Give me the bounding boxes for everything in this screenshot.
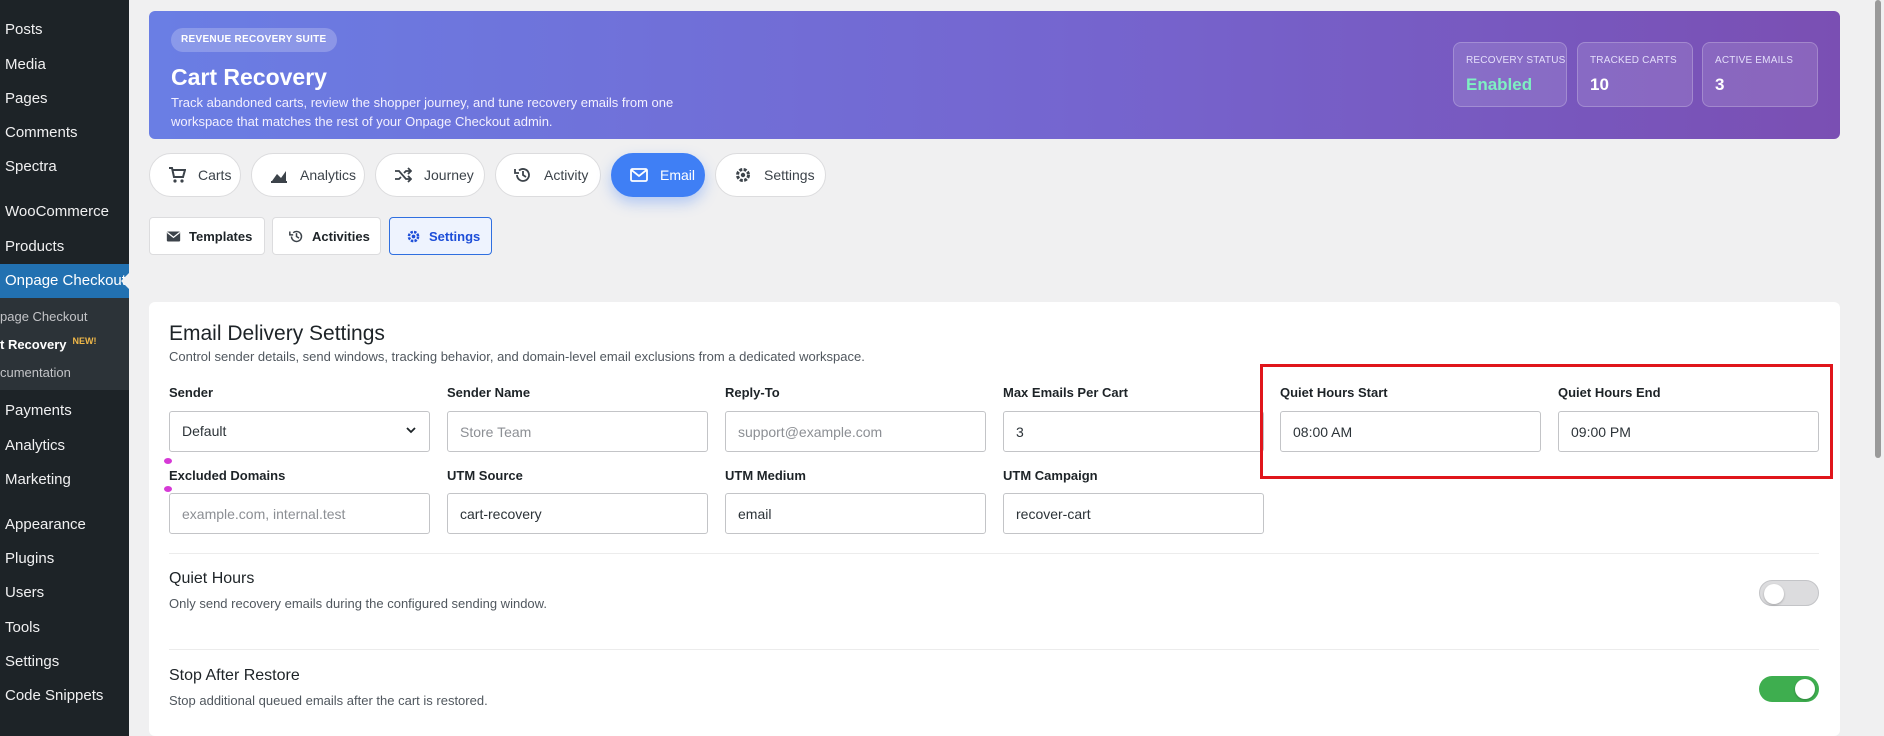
tab-carts[interactable]: Carts: [149, 153, 241, 197]
stat-label: ACTIVE EMAILS: [1715, 55, 1794, 66]
stat-tracked-carts: TRACKED CARTS 10: [1577, 42, 1693, 107]
sidebar-item-woocommerce[interactable]: WooCommerce: [0, 195, 129, 229]
tab-email[interactable]: Email: [611, 153, 705, 197]
utm-campaign-input[interactable]: [1003, 493, 1264, 534]
submenu-item-documentation[interactable]: cumentation: [0, 360, 71, 386]
subtab-label: Activities: [312, 228, 370, 244]
gear-icon: [734, 166, 752, 184]
cart-icon: [168, 166, 186, 184]
stat-label: TRACKED CARTS: [1590, 55, 1677, 66]
reply-to-label: Reply-To: [725, 385, 780, 400]
sidebar-item-onpage-checkout[interactable]: Onpage Checkout: [0, 264, 129, 298]
sidebar-item-payments[interactable]: Payments: [0, 394, 129, 428]
tab-label: Carts: [198, 167, 232, 183]
sender-label: Sender: [169, 385, 214, 400]
sidebar-item-code-snippets[interactable]: Code Snippets: [0, 679, 129, 713]
max-emails-input[interactable]: [1003, 411, 1264, 452]
sidebar-item-products[interactable]: Products: [0, 230, 129, 264]
sidebar-submenu: page Checkout t Recovery NEW! cumentation: [0, 298, 129, 390]
admin-sidebar: Posts Media Pages Comments Spectra WooCo…: [0, 0, 129, 736]
divider: [169, 553, 1819, 554]
mail-icon: [630, 166, 648, 184]
divider: [169, 649, 1819, 650]
excluded-domains-input[interactable]: [169, 493, 430, 534]
subtab-label: Templates: [189, 228, 253, 244]
email-delivery-settings-card: Email Delivery Settings Control sender d…: [149, 302, 1840, 736]
page-title: Cart Recovery: [171, 64, 327, 90]
shuffle-icon: [394, 166, 412, 184]
utm-campaign-label: UTM Campaign: [1003, 468, 1098, 483]
subtab-label: Settings: [429, 228, 481, 244]
tab-journey[interactable]: Journey: [375, 153, 485, 197]
stat-recovery-status: RECOVERY STATUS Enabled: [1453, 42, 1567, 107]
stat-value: 10: [1590, 75, 1609, 94]
stat-value: 3: [1715, 75, 1725, 94]
utm-source-label: UTM Source: [447, 468, 523, 483]
submenu-item-cart-recovery[interactable]: t Recovery NEW!: [0, 332, 96, 358]
scrollbar-thumb[interactable]: [1875, 0, 1881, 458]
quiet-hours-description: Only send recovery emails during the con…: [169, 596, 547, 611]
stop-after-restore-toggle[interactable]: [1759, 676, 1819, 702]
resize-marker-bottom: [164, 486, 172, 492]
submenu-item-onpage-checkout[interactable]: page Checkout: [0, 304, 87, 330]
tab-analytics[interactable]: Analytics: [251, 153, 365, 197]
subtab-settings[interactable]: Settings: [389, 217, 492, 255]
hero-banner: REVENUE RECOVERY SUITE Cart Recovery Tra…: [149, 11, 1840, 139]
sidebar-item-appearance[interactable]: Appearance: [0, 508, 129, 542]
chevron-down-icon: [405, 412, 417, 451]
stop-after-restore-description: Stop additional queued emails after the …: [169, 693, 488, 708]
tab-label: Settings: [764, 167, 815, 183]
sidebar-item-settings[interactable]: Settings: [0, 645, 129, 679]
stop-after-restore-title: Stop After Restore: [169, 667, 300, 684]
history-icon: [288, 228, 304, 244]
sidebar-item-marketing[interactable]: Marketing: [0, 463, 129, 497]
utm-source-input[interactable]: [447, 493, 708, 534]
max-emails-label: Max Emails Per Cart: [1003, 385, 1129, 400]
hero-description: Track abandoned carts, review the shoppe…: [171, 95, 674, 129]
sender-value: Default: [182, 423, 227, 439]
history-icon: [514, 166, 532, 184]
tab-label: Activity: [544, 167, 589, 183]
card-description: Control sender details, send windows, tr…: [169, 349, 865, 364]
subtab-templates[interactable]: Templates: [149, 217, 265, 255]
sidebar-item-tools[interactable]: Tools: [0, 611, 129, 645]
sender-name-input[interactable]: [447, 411, 708, 452]
tab-label: Journey: [424, 167, 474, 183]
sidebar-item-spectra[interactable]: Spectra: [0, 150, 129, 184]
hero-chip: REVENUE RECOVERY SUITE: [171, 28, 337, 52]
reply-to-input[interactable]: [725, 411, 986, 452]
tab-settings[interactable]: Settings: [715, 153, 826, 197]
tab-label: Email: [660, 167, 696, 183]
card-title: Email Delivery Settings: [169, 322, 385, 345]
sidebar-item-users[interactable]: Users: [0, 576, 129, 610]
subtab-activities[interactable]: Activities: [272, 217, 381, 255]
sidebar-item-plugins[interactable]: Plugins: [0, 542, 129, 576]
chart-icon: [270, 166, 288, 184]
sidebar-item-pages[interactable]: Pages: [0, 82, 129, 116]
toggle-knob: [1795, 679, 1815, 699]
resize-marker-top: [164, 458, 172, 464]
sidebar-item-comments[interactable]: Comments: [0, 116, 129, 150]
highlight-box: [1260, 364, 1833, 479]
mail-icon: [165, 228, 181, 244]
sidebar-item-posts[interactable]: Posts: [0, 13, 129, 47]
excluded-domains-label: Excluded Domains: [169, 468, 286, 483]
submenu-item-label: t Recovery: [0, 337, 67, 352]
tab-label: Analytics: [300, 167, 357, 183]
quiet-hours-title: Quiet Hours: [169, 570, 255, 587]
sidebar-item-analytics[interactable]: Analytics: [0, 429, 129, 463]
sidebar-item-media[interactable]: Media: [0, 48, 129, 82]
sender-name-label: Sender Name: [447, 385, 531, 400]
stat-label: RECOVERY STATUS: [1466, 55, 1566, 66]
gear-icon: [405, 228, 421, 244]
stat-value: Enabled: [1466, 75, 1533, 94]
toggle-knob: [1764, 584, 1784, 604]
stat-active-emails: ACTIVE EMAILS 3: [1702, 42, 1818, 107]
new-badge: NEW!: [72, 336, 97, 346]
sender-select[interactable]: Default: [169, 411, 430, 452]
utm-medium-label: UTM Medium: [725, 468, 806, 483]
quiet-hours-toggle[interactable]: [1759, 580, 1819, 606]
utm-medium-input[interactable]: [725, 493, 986, 534]
tab-activity[interactable]: Activity: [495, 153, 601, 197]
